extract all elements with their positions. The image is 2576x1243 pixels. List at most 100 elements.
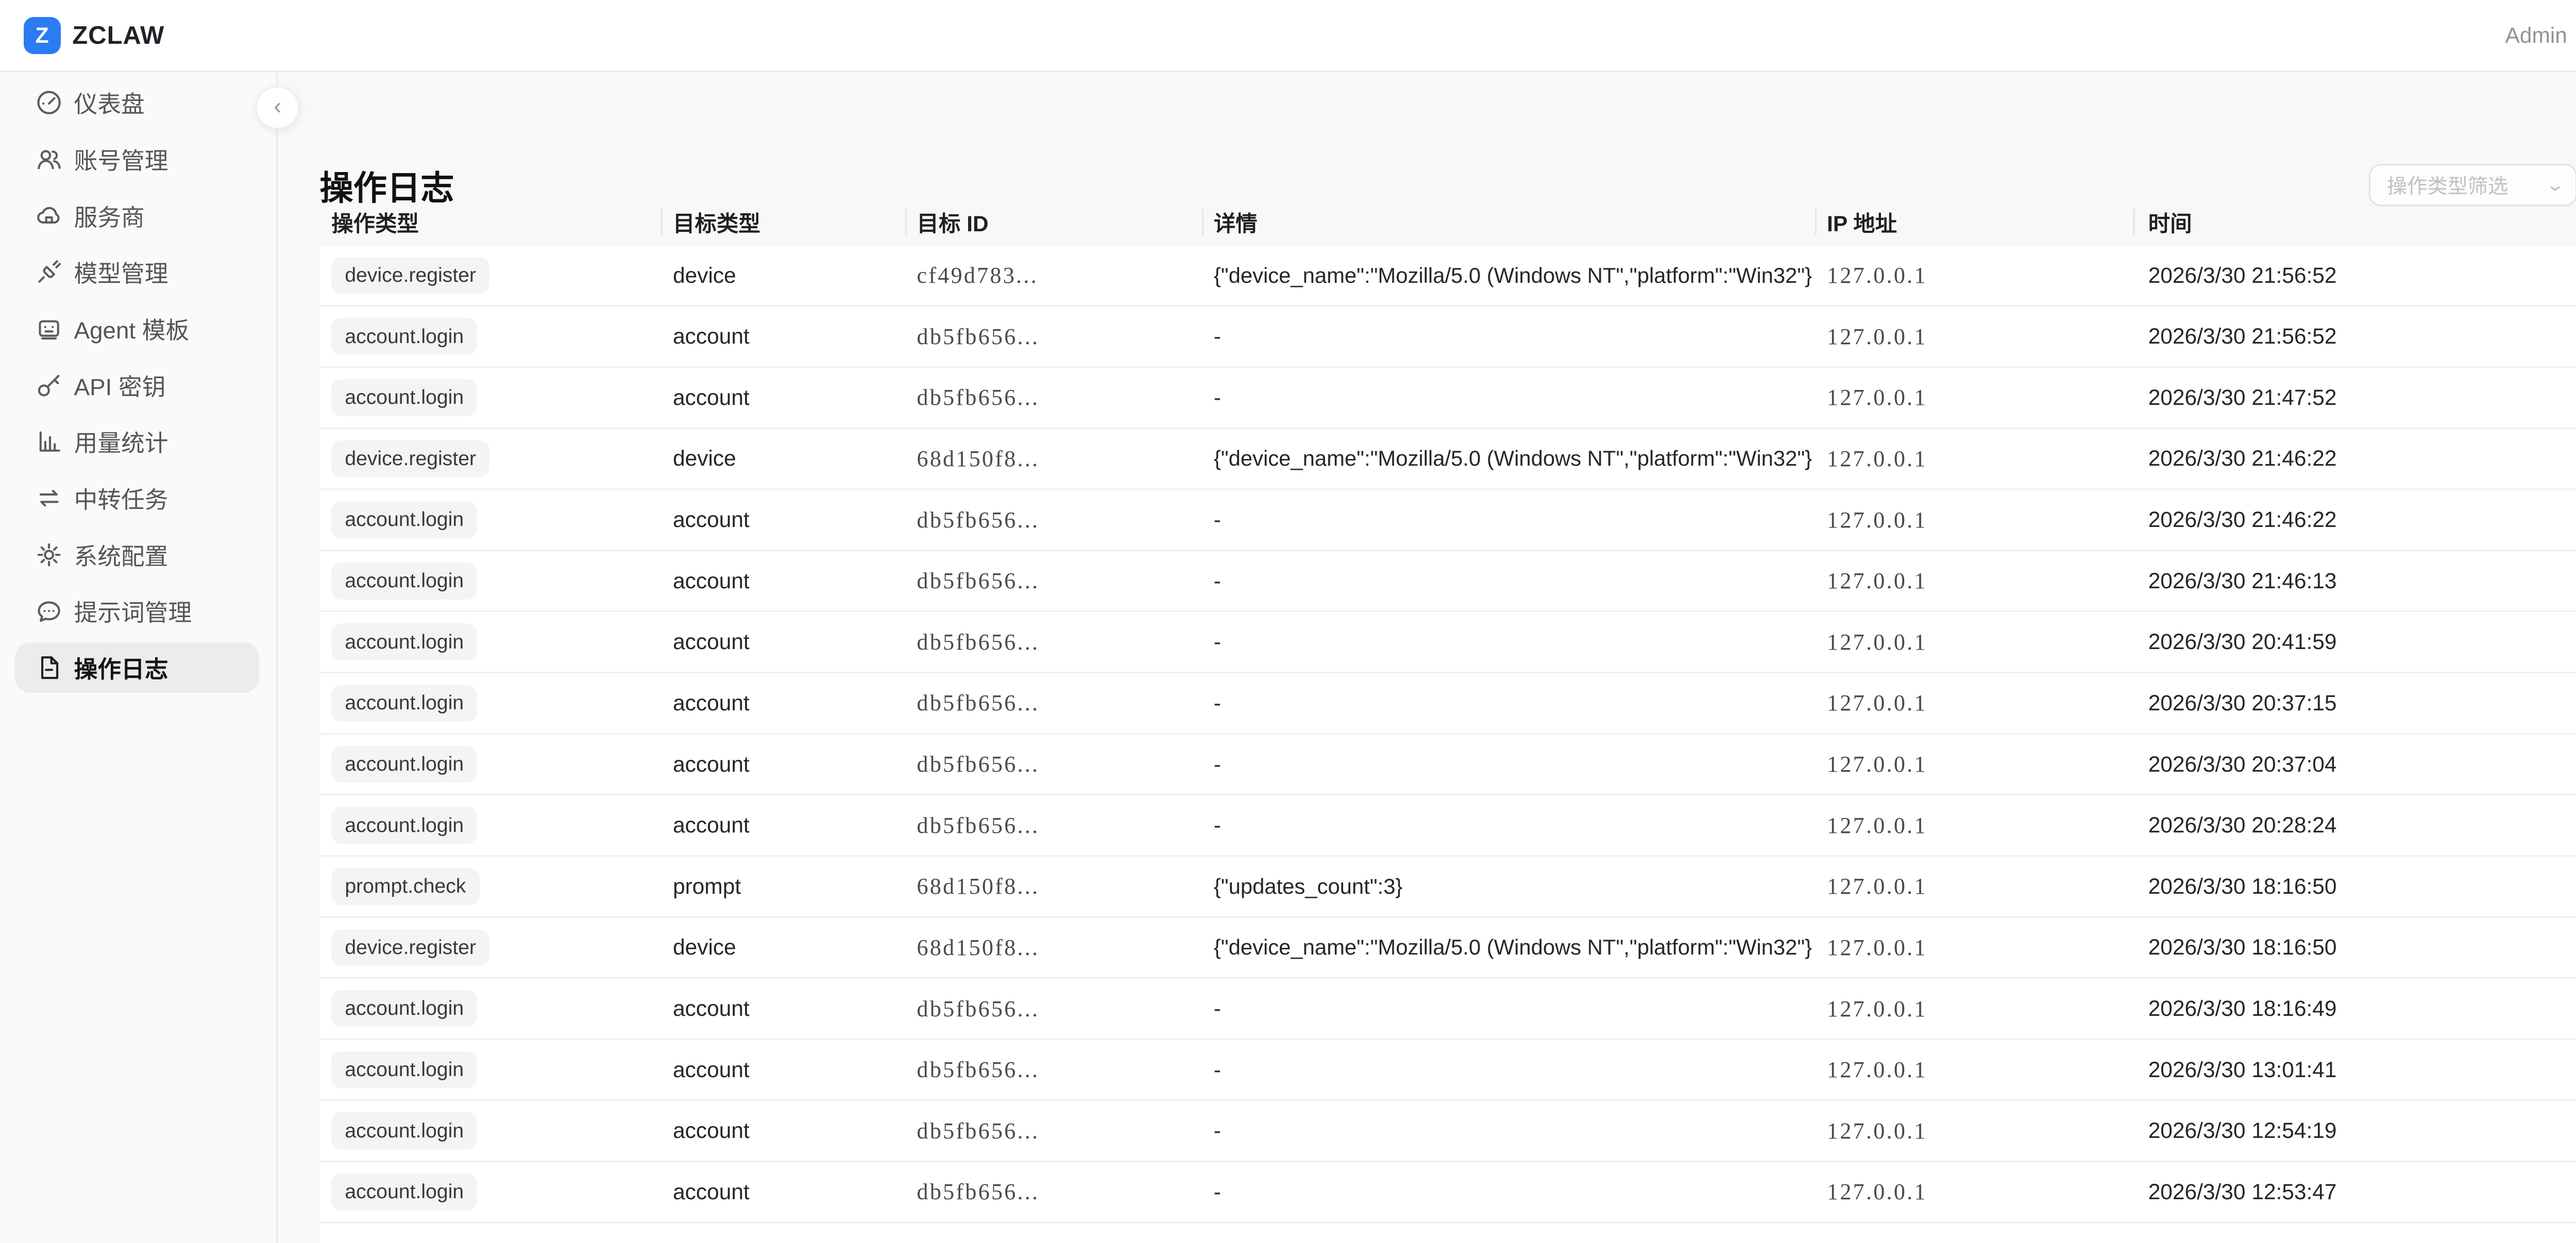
sidebar-item-usage[interactable]: 用量统计 [15,416,259,467]
cell-detail: - [1202,691,1815,716]
cell-action-type: account.login [319,318,661,355]
table-row: account.loginaccountdb5fb656...-127.0.0.… [319,1101,2576,1162]
app-root: Z ZCLAW Admin 仪表盘账号管理服务商模型管理Agent 模板API … [0,0,2576,1243]
sidebar-item-label: 服务商 [74,199,145,233]
table-row: device.registerdevicecf49d783...{"device… [319,246,2576,307]
key-icon [36,372,62,399]
sidebar-item-label: 用量统计 [74,424,168,458]
cell-detail: {"device_name":"Mozilla/5.0 (Windows NT"… [1202,446,1815,471]
cell-target-id: db5fb656... [905,507,1202,533]
sidebar-item-prompts[interactable]: 提示词管理 [15,586,259,637]
cell-action-type: account.login [319,501,661,538]
sidebar-item-providers[interactable]: 服务商 [15,191,259,241]
cell-ip-address: 127.0.0.1 [1815,323,2133,350]
cell-detail: - [1202,813,1815,838]
brand-name: ZCLAW [72,21,164,50]
admin-user-menu[interactable]: Admin [2505,23,2567,48]
cell-detail: - [1202,507,1815,532]
cell-time: 2026/3/30 21:46:13 [2133,569,2576,593]
sidebar-item-label: 仪表盘 [74,86,145,120]
action-type-tag: account.login [331,1051,477,1088]
action-type-tag: account.login [331,1173,477,1211]
sidebar-item-label: 系统配置 [74,538,168,572]
action-type-tag: prompt.check [331,868,479,905]
table-row: account.loginaccountdb5fb656...-127.0.0.… [319,490,2576,551]
swap-arrows-icon [36,485,62,512]
action-type-tag: account.login [331,1112,477,1149]
table-body: device.registerdevicecf49d783...{"device… [319,246,2576,1243]
cell-target-type: account [661,691,905,716]
sidebar-item-api-keys[interactable]: API 密钥 [15,360,259,411]
cell-ip-address: 127.0.0.1 [1815,873,2133,899]
sidebar-item-models[interactable]: 模型管理 [15,247,259,297]
cell-time: 2026/3/30 18:16:50 [2133,874,2576,899]
cell-target-type: account [661,1180,905,1204]
cell-detail: - [1202,996,1815,1021]
table-row: account.loginaccountdb5fb656...-127.0.0.… [319,612,2576,673]
sidebar-item-label: 模型管理 [74,255,168,289]
cell-action-type: prompt.check [319,868,661,905]
cell-ip-address: 127.0.0.1 [1815,1118,2133,1144]
sidebar-item-accounts[interactable]: 账号管理 [15,134,259,184]
action-type-tag: account.login [331,685,477,722]
table-row: account.loginaccountdb5fb656...-127.0.0.… [319,735,2576,796]
cell-target-type: account [661,813,905,838]
action-type-tag: account.login [331,623,477,660]
cell-target-type: device [661,446,905,471]
cell-target-id: db5fb656... [905,568,1202,594]
table-header-row: 操作类型目标类型目标 ID详情IP 地址时间 [319,198,2576,245]
sidebar-collapse-button[interactable]: ‹ [256,86,299,130]
cell-time: 2026/3/30 12:54:19 [2133,1118,2576,1143]
cell-ip-address: 127.0.0.1 [1815,1057,2133,1083]
sidebar-item-label: API 密钥 [74,368,166,402]
table-row: account.loginaccountdb5fb656...-127.0.0.… [319,795,2576,857]
cell-target-type: account [661,324,905,349]
table-row: account.loginaccountdb5fb656...-127.0.0.… [319,1040,2576,1101]
sidebar-item-label: Agent 模板 [74,312,190,346]
cell-target-type: prompt [661,874,905,899]
cell-target-id: 68d150f8... [905,934,1202,961]
cell-target-id: db5fb656... [905,812,1202,839]
column-header: 目标 ID [905,198,1202,245]
cell-detail: - [1202,1118,1815,1143]
cell-action-type: account.login [319,1051,661,1088]
sidebar-item-label: 中转任务 [74,481,168,515]
cell-ip-address: 127.0.0.1 [1815,262,2133,288]
sidebar-item-system-config[interactable]: 系统配置 [15,530,259,580]
bar-chart-icon [36,428,62,455]
cell-ip-address: 127.0.0.1 [1815,507,2133,533]
cell-ip-address: 127.0.0.1 [1815,934,2133,961]
table-row: account.loginaccountdb5fb656...-127.0.0.… [319,1162,2576,1223]
cell-detail: {"device_name":"Mozilla/5.0 (Windows NT"… [1202,935,1815,960]
action-type-tag: account.login [331,501,477,538]
cell-target-id: db5fb656... [905,384,1202,411]
cell-target-id: db5fb656... [905,1057,1202,1083]
cell-target-type: device [661,263,905,288]
cell-action-type: account.login [319,379,661,416]
cell-action-type: device.register [319,440,661,478]
cell-action-type: account.login [319,1173,661,1211]
cell-target-id: 68d150f8... [905,446,1202,472]
sidebar-item-operation-logs[interactable]: 操作日志 [15,642,259,693]
sidebar-nav: 仪表盘账号管理服务商模型管理 Agent 模板 API 密钥用量统计中转任务系统配置… [0,72,278,1243]
cell-detail: - [1202,752,1815,777]
cell-target-type: account [661,385,905,410]
sidebar-item-agent-templates[interactable]: Agent 模板 [15,303,259,354]
action-type-tag: device.register [331,929,489,966]
cell-time: 2026/3/30 21:56:52 [2133,263,2576,288]
cell-ip-address: 127.0.0.1 [1815,568,2133,594]
sidebar-item-dashboard[interactable]: 仪表盘 [15,77,259,128]
cell-detail: - [1202,1180,1815,1204]
cell-target-id: db5fb656... [905,1179,1202,1205]
action-type-tag: account.login [331,990,477,1027]
cell-target-id: db5fb656... [905,629,1202,655]
cell-time: 2026/3/30 21:46:22 [2133,446,2576,471]
cell-target-type: device [661,935,905,960]
cell-ip-address: 127.0.0.1 [1815,384,2133,411]
column-header: 时间 [2133,198,2576,245]
sidebar-item-relay-tasks[interactable]: 中转任务 [15,473,259,523]
action-type-tag: account.login [331,746,477,783]
cell-time: 2026/3/30 18:16:49 [2133,996,2576,1021]
sidebar-item-label: 账号管理 [74,142,168,176]
cell-time: 2026/3/30 20:37:04 [2133,752,2576,777]
